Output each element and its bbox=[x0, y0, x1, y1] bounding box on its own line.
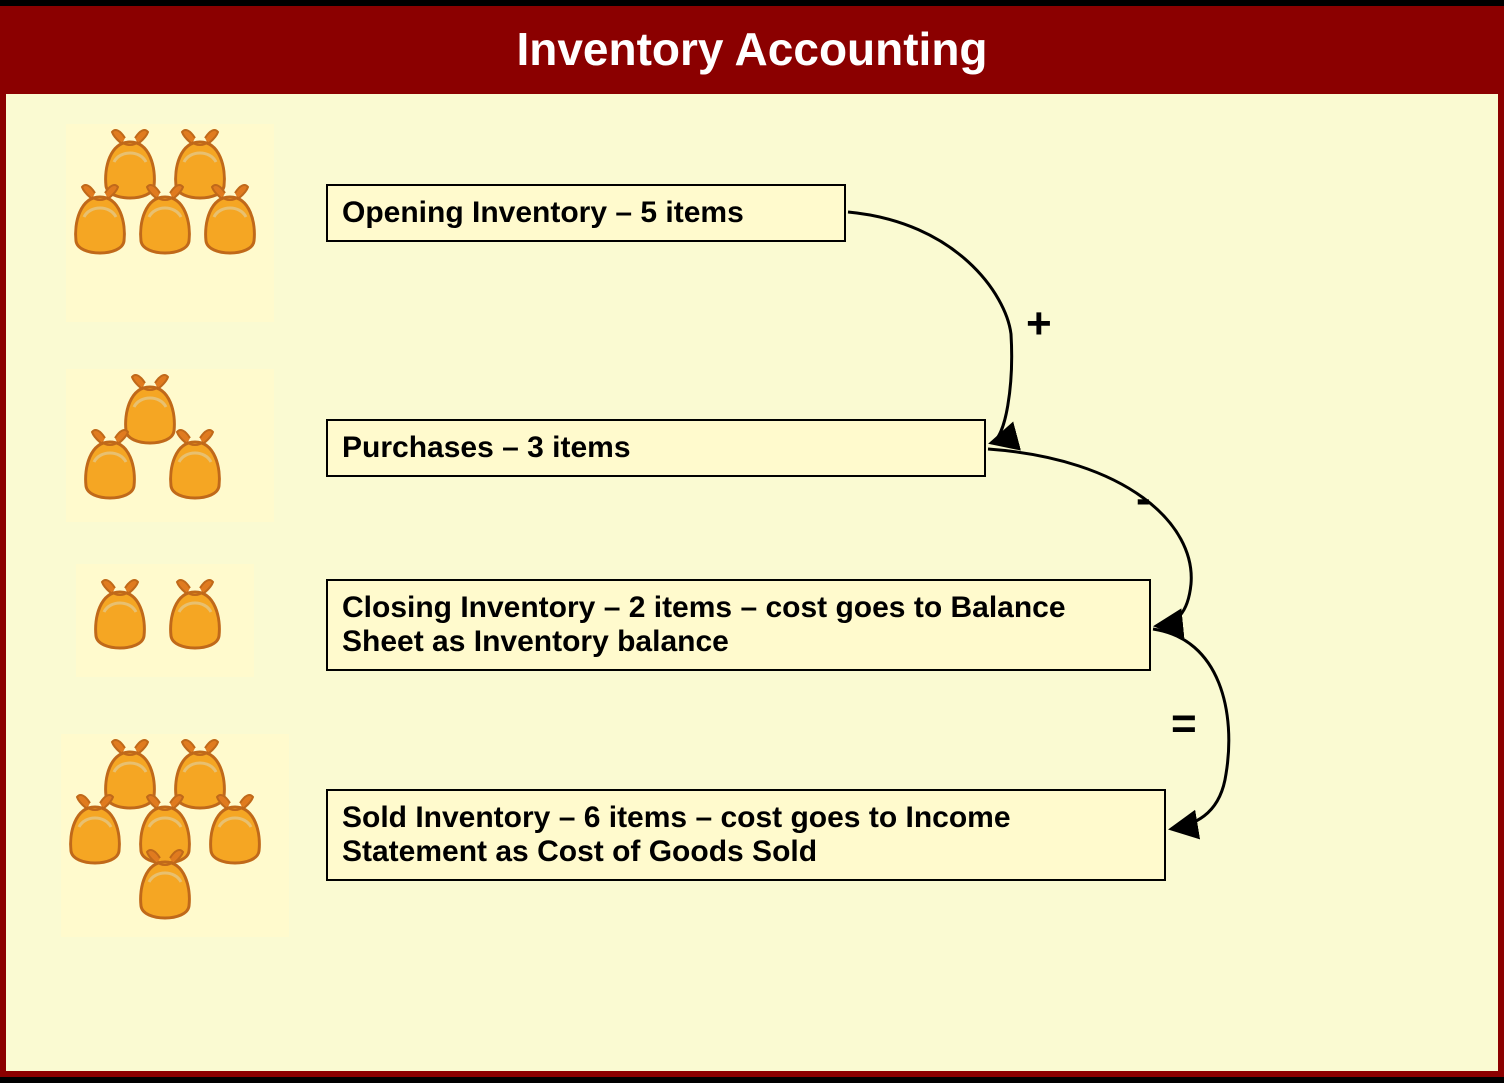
slide-title: Inventory Accounting bbox=[6, 8, 1498, 94]
slide: Inventory Accounting bbox=[0, 6, 1504, 1077]
slide-content: Opening Inventory – 5 items Purchases – … bbox=[6, 94, 1498, 1063]
operator-equals: = bbox=[1171, 699, 1197, 749]
slide-frame: Inventory Accounting bbox=[0, 0, 1504, 1083]
arrow-equals bbox=[6, 94, 1496, 1054]
